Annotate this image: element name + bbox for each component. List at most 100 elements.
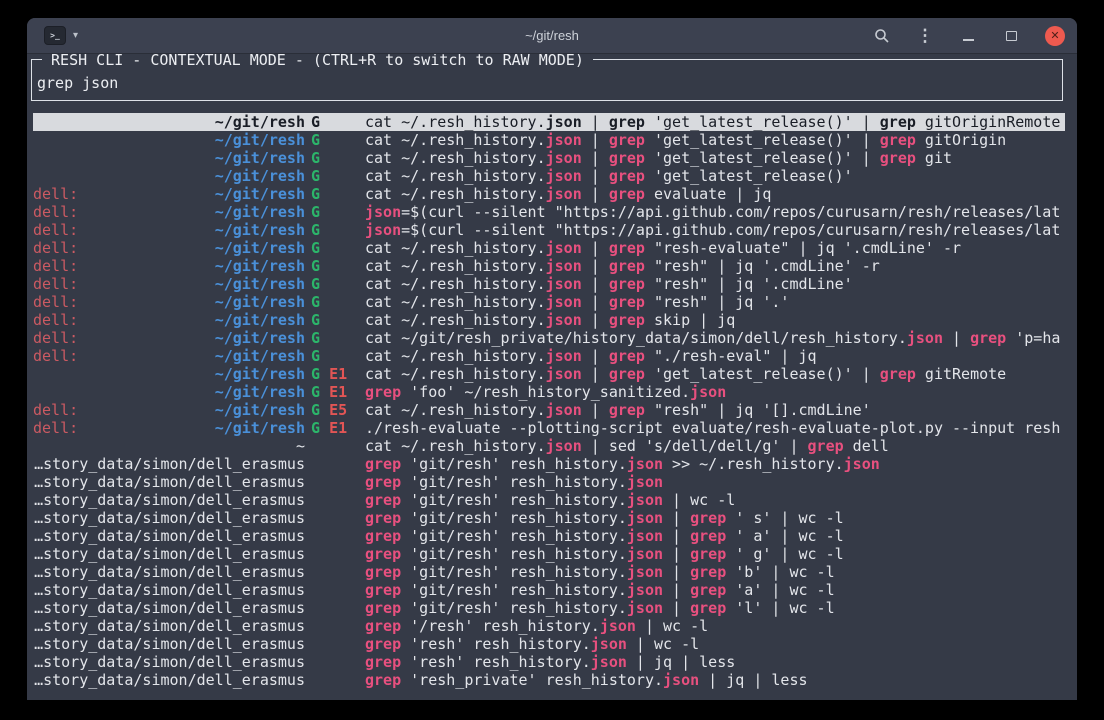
history-row[interactable]: dell:~/git/reshGcat ~/.resh_history.json…: [33, 257, 1065, 275]
kebab-menu-icon[interactable]: ⋮: [916, 27, 934, 45]
history-row[interactable]: ~cat ~/.resh_history.json | sed 's/dell/…: [33, 437, 1065, 455]
history-row[interactable]: dell:~/git/reshG E1./resh-evaluate --plo…: [33, 419, 1065, 437]
row-command: grep 'resh_private' resh_history.json | …: [365, 671, 1065, 689]
match-highlight: grep: [609, 311, 645, 329]
match-highlight: json: [546, 239, 582, 257]
mode-title: RESH CLI - CONTEXTUAL MODE - (CTRL+R to …: [42, 54, 593, 69]
history-row[interactable]: ~/git/reshGcat ~/.resh_history.json | gr…: [33, 167, 1065, 185]
history-row[interactable]: ~/git/reshG E1cat ~/.resh_history.json |…: [33, 365, 1065, 383]
history-row[interactable]: dell:~/git/reshGjson=$(curl --silent "ht…: [33, 221, 1065, 239]
history-row[interactable]: …story_data/simon/dell_erasmusgrep 'git/…: [33, 563, 1065, 581]
row-command: grep 'git/resh' resh_history.json >> ~/.…: [365, 455, 1065, 473]
row-path: ~/git/resh: [215, 365, 305, 383]
row-host: dell:: [33, 419, 78, 437]
match-highlight: json: [546, 293, 582, 311]
command-text: | sed 's/dell/dell/g' |: [582, 437, 808, 455]
match-highlight: json: [546, 401, 582, 419]
row-host: dell:: [33, 311, 78, 329]
history-row[interactable]: …story_data/simon/dell_erasmusgrep 'git/…: [33, 473, 1065, 491]
row-flags: G: [311, 347, 359, 365]
history-row[interactable]: …story_data/simon/dell_erasmusgrep 'resh…: [33, 671, 1065, 689]
row-context: …story_data/simon/dell_erasmus: [33, 473, 305, 491]
history-row[interactable]: dell:~/git/reshGjson=$(curl --silent "ht…: [33, 203, 1065, 221]
command-text: 'git/resh' resh_history.: [401, 473, 627, 491]
row-command: cat ~/.resh_history.json | grep 'get_lat…: [365, 167, 1065, 185]
row-context: dell:~/git/resh: [33, 203, 305, 221]
search-icon[interactable]: [873, 27, 891, 45]
restore-button[interactable]: [1002, 27, 1020, 45]
row-flag: E1: [329, 419, 347, 437]
command-text: 'git/resh' resh_history.: [401, 563, 627, 581]
command-text: 'get_latest_release()' |: [645, 131, 880, 149]
row-flags: G: [311, 221, 359, 239]
minimize-button[interactable]: [959, 27, 977, 45]
history-row[interactable]: ~/git/reshGcat ~/.resh_history.json | gr…: [33, 113, 1065, 131]
row-flags: [311, 491, 359, 509]
match-highlight: grep: [365, 599, 401, 617]
history-row[interactable]: dell:~/git/reshGcat ~/.resh_history.json…: [33, 311, 1065, 329]
match-highlight: grep: [365, 671, 401, 689]
history-row[interactable]: …story_data/simon/dell_erasmusgrep 'git/…: [33, 581, 1065, 599]
command-text: gitOrigin: [916, 131, 1006, 149]
row-flags: G E1: [311, 383, 359, 401]
history-row[interactable]: ~/git/reshGcat ~/.resh_history.json | gr…: [33, 149, 1065, 167]
match-highlight: grep: [808, 437, 844, 455]
history-row[interactable]: dell:~/git/reshGcat ~/.resh_history.json…: [33, 275, 1065, 293]
match-highlight: grep: [609, 113, 645, 131]
row-flag: G: [311, 329, 320, 347]
match-highlight: grep: [690, 563, 726, 581]
history-row[interactable]: …story_data/simon/dell_erasmusgrep 'git/…: [33, 455, 1065, 473]
row-flags: [311, 437, 359, 455]
history-row[interactable]: dell:~/git/reshGcat ~/.resh_history.json…: [33, 293, 1065, 311]
row-command: cat ~/.resh_history.json | grep "resh" |…: [365, 257, 1065, 275]
history-row[interactable]: …story_data/simon/dell_erasmusgrep 'git/…: [33, 509, 1065, 527]
history-row[interactable]: …story_data/simon/dell_erasmusgrep 'resh…: [33, 653, 1065, 671]
history-row[interactable]: …story_data/simon/dell_erasmusgrep 'git/…: [33, 545, 1065, 563]
row-flags: [311, 527, 359, 545]
history-row[interactable]: ~/git/reshGcat ~/.resh_history.json | gr…: [33, 131, 1065, 149]
command-text: =$(curl --silent "https://api.github.com…: [401, 221, 1060, 239]
history-row[interactable]: dell:~/git/reshGcat ~/.resh_history.json…: [33, 347, 1065, 365]
history-row[interactable]: …story_data/simon/dell_erasmusgrep 'resh…: [33, 635, 1065, 653]
row-flags: G E1: [311, 419, 359, 437]
match-highlight: grep: [365, 491, 401, 509]
match-highlight: json: [546, 257, 582, 275]
match-highlight: grep: [880, 365, 916, 383]
history-row[interactable]: …story_data/simon/dell_erasmusgrep 'git/…: [33, 491, 1065, 509]
history-row[interactable]: dell:~/git/reshGcat ~/.resh_history.json…: [33, 185, 1065, 203]
row-command: cat ~/.resh_history.json | grep "resh" |…: [365, 293, 1065, 311]
row-command: grep 'git/resh' resh_history.json | grep…: [365, 509, 1065, 527]
command-text: |: [582, 239, 609, 257]
history-row[interactable]: dell:~/git/reshGcat ~/.resh_history.json…: [33, 239, 1065, 257]
history-row[interactable]: dell:~/git/reshGcat ~/git/resh_private/h…: [33, 329, 1065, 347]
history-row[interactable]: dell:~/git/reshG E5cat ~/.resh_history.j…: [33, 401, 1065, 419]
row-context: dell:~/git/resh: [33, 347, 305, 365]
new-tab-button[interactable]: >_ ▾: [40, 24, 82, 47]
row-flag: G: [311, 131, 320, 149]
row-path: ~/git/resh: [215, 203, 305, 221]
close-button[interactable]: ✕: [1045, 26, 1065, 46]
command-text: |: [582, 401, 609, 419]
command-text: >> ~/.resh_history.: [663, 455, 844, 473]
match-highlight: json: [546, 311, 582, 329]
match-highlight: json: [627, 491, 663, 509]
command-text: | wc -l: [663, 491, 735, 509]
command-text: |: [582, 275, 609, 293]
command-text: cat ~/.resh_history.: [365, 311, 546, 329]
history-row[interactable]: …story_data/simon/dell_erasmusgrep '/res…: [33, 617, 1065, 635]
match-highlight: grep: [609, 167, 645, 185]
row-context: dell:~/git/resh: [33, 419, 305, 437]
row-flags: [311, 599, 359, 617]
match-highlight: json: [627, 473, 663, 491]
row-flags: G: [311, 239, 359, 257]
history-row[interactable]: …story_data/simon/dell_erasmusgrep 'git/…: [33, 599, 1065, 617]
history-row[interactable]: ~/git/reshG E1grep 'foo' ~/resh_history_…: [33, 383, 1065, 401]
command-text: 'p=ha: [1006, 329, 1060, 347]
history-row[interactable]: …story_data/simon/dell_erasmusgrep 'git/…: [33, 527, 1065, 545]
terminal-content: RESH CLI - CONTEXTUAL MODE - (CTRL+R to …: [27, 54, 1077, 700]
row-host: dell:: [33, 329, 78, 347]
row-flag: E5: [329, 401, 347, 419]
command-text: cat ~/.resh_history.: [365, 293, 546, 311]
command-text: ' a' | wc -l: [726, 527, 843, 545]
match-highlight: json: [546, 347, 582, 365]
